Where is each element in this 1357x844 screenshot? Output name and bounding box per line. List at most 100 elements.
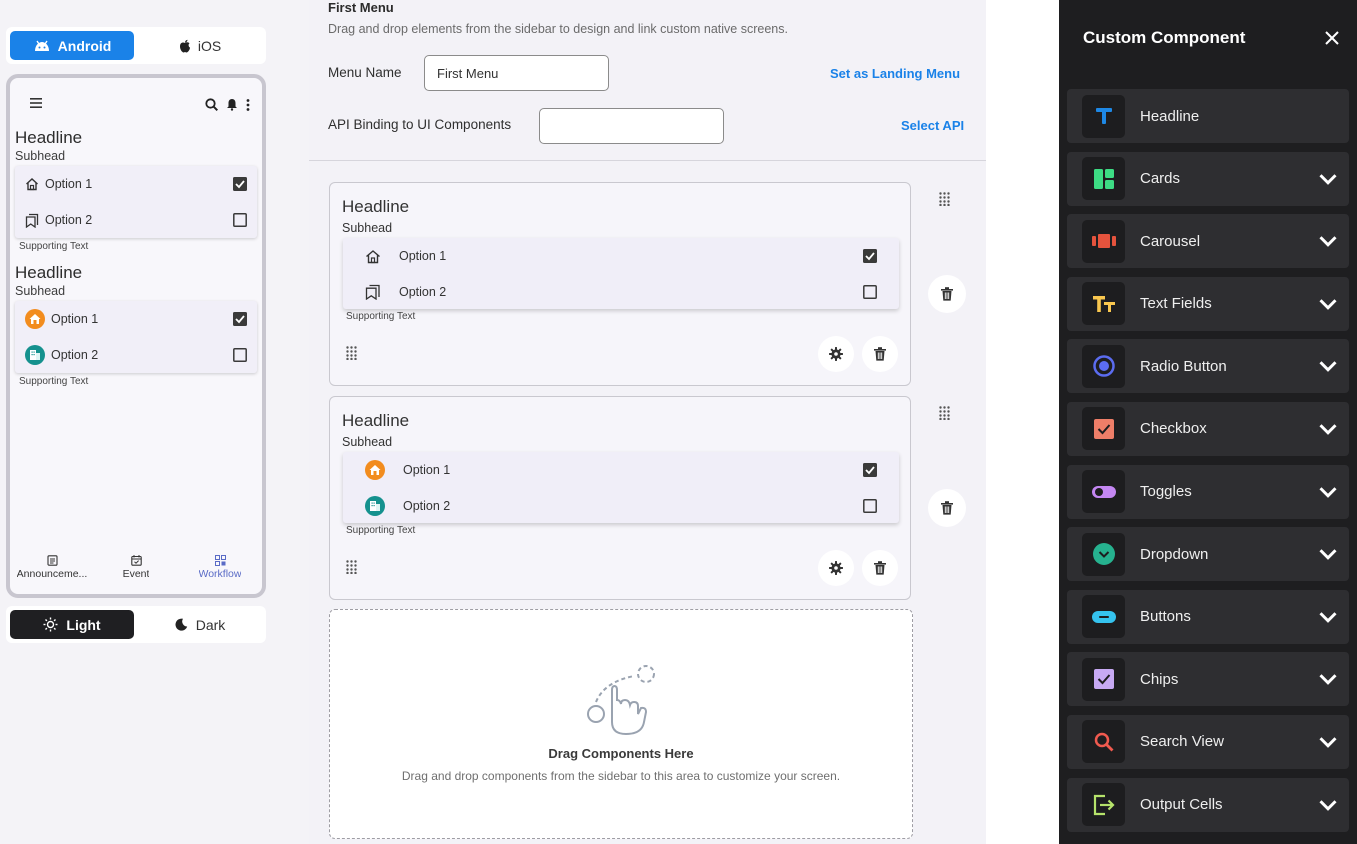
home-color-icon: [365, 460, 385, 480]
menu-name-label: Menu Name: [328, 65, 402, 80]
preview-option-label: Option 1: [51, 312, 99, 326]
component-label: Carousel: [1140, 232, 1201, 250]
toggle-icon: [1091, 485, 1116, 498]
custom-component-sidebar: Custom Component Headline Cards Carousel…: [1059, 0, 1357, 844]
card-subhead: Subhead: [342, 221, 393, 235]
drag-handle-icon[interactable]: [939, 192, 950, 206]
gutter: [986, 0, 1059, 844]
android-tab[interactable]: Android: [10, 31, 134, 60]
component-checkbox[interactable]: Checkbox: [1067, 401, 1349, 456]
card-headline: Headline: [342, 411, 410, 430]
bottom-tab-announcements[interactable]: Announceme...: [12, 555, 92, 580]
text-t-icon: [1095, 108, 1112, 124]
component-headline[interactable]: Headline: [1067, 89, 1349, 143]
component-label: Text Fields: [1140, 295, 1212, 313]
search-icon[interactable]: [205, 98, 218, 111]
component-carousel[interactable]: Carousel: [1067, 214, 1349, 269]
apple-icon: [179, 39, 190, 52]
checkbox-unchecked-icon[interactable]: [233, 348, 247, 362]
card-option-row[interactable]: Option 1: [343, 452, 899, 488]
card-supporting-text: Supporting Text: [346, 311, 416, 322]
component-cards[interactable]: Cards: [1067, 151, 1349, 206]
ios-tab[interactable]: iOS: [138, 31, 262, 60]
preview-card-1[interactable]: Headline Subhead Option 1 Option 2 Suppo…: [10, 128, 262, 261]
chevron-down-icon[interactable]: [1319, 545, 1337, 563]
editor-card-1[interactable]: Headline Subhead Option 1 Option 2 Suppo…: [329, 182, 911, 386]
card-option-row[interactable]: Option 2: [343, 274, 899, 310]
card-settings-button[interactable]: [818, 336, 854, 372]
chevron-down-icon[interactable]: [1319, 357, 1337, 375]
card-settings-button[interactable]: [818, 550, 854, 586]
chevron-down-icon[interactable]: [1319, 420, 1337, 438]
page-description: Drag and drop elements from the sidebar …: [328, 22, 788, 36]
close-icon[interactable]: [1325, 31, 1339, 45]
preview-card-2[interactable]: Headline Subhead Option 1 Option 2 Suppo…: [10, 263, 262, 396]
checkbox-checked-icon[interactable]: [863, 463, 877, 477]
hamburger-menu-icon[interactable]: [30, 98, 42, 108]
checkbox-checked-icon[interactable]: [863, 249, 877, 263]
trash-icon: [874, 347, 886, 361]
component-output-cells[interactable]: Output Cells: [1067, 777, 1349, 832]
light-theme-label: Light: [66, 616, 101, 633]
checkbox-checked-icon[interactable]: [233, 312, 247, 326]
document-icon: [46, 555, 58, 566]
chevron-down-icon[interactable]: [1319, 483, 1337, 501]
card-option-label: Option 1: [399, 249, 447, 263]
dark-theme-tab[interactable]: Dark: [138, 610, 262, 639]
preview-supporting-text: Supporting Text: [19, 376, 89, 387]
drag-handle-icon[interactable]: [346, 346, 357, 360]
component-text-fields[interactable]: Text Fields: [1067, 276, 1349, 331]
checkbox-checked-icon[interactable]: [233, 177, 247, 191]
checkbox-unchecked-icon[interactable]: [233, 213, 247, 227]
bottom-tab-workflow[interactable]: Workflow: [180, 555, 260, 580]
component-chips[interactable]: Chips: [1067, 652, 1349, 707]
bell-icon[interactable]: [226, 98, 238, 111]
trash-icon: [874, 561, 886, 575]
chevron-down-icon[interactable]: [1319, 670, 1337, 688]
component-label: Output Cells: [1140, 796, 1223, 814]
api-binding-input[interactable]: [539, 108, 724, 144]
component-buttons[interactable]: Buttons: [1067, 589, 1349, 644]
chevron-down-icon[interactable]: [1319, 608, 1337, 626]
chevron-down-icon[interactable]: [1319, 733, 1337, 751]
component-search-view[interactable]: Search View: [1067, 714, 1349, 769]
android-icon: [34, 40, 49, 51]
card-delete-button[interactable]: [862, 550, 898, 586]
component-drop-zone[interactable]: Drag Components Here Drag and drop compo…: [329, 609, 913, 839]
card-delete-button[interactable]: [862, 336, 898, 372]
card-option-row[interactable]: Option 2: [343, 488, 899, 524]
ios-tab-label: iOS: [197, 37, 222, 54]
preview-option-row[interactable]: Option 1: [15, 301, 257, 337]
component-toggles[interactable]: Toggles: [1067, 464, 1349, 519]
checkbox-unchecked-icon[interactable]: [863, 285, 877, 299]
preview-option-row[interactable]: Option 1: [15, 166, 257, 202]
card-option-row[interactable]: Option 1: [343, 238, 899, 274]
preview-option-row[interactable]: Option 2: [15, 202, 257, 238]
more-vert-icon[interactable]: [246, 98, 250, 111]
light-theme-tab[interactable]: Light: [10, 610, 134, 639]
chevron-down-icon[interactable]: [1319, 796, 1337, 814]
bookmarks-icon: [25, 213, 39, 228]
bottom-tab-event[interactable]: Event: [96, 555, 176, 580]
drag-handle-icon[interactable]: [346, 560, 357, 574]
component-dropdown[interactable]: Dropdown: [1067, 527, 1349, 582]
drag-handle-icon[interactable]: [939, 406, 950, 420]
set-landing-menu-link[interactable]: Set as Landing Menu: [830, 66, 960, 81]
component-radio-button[interactable]: Radio Button: [1067, 339, 1349, 394]
menu-name-input[interactable]: [424, 55, 609, 91]
trash-icon: [941, 501, 953, 515]
chevron-down-icon[interactable]: [1319, 232, 1337, 250]
preview-option-row[interactable]: Option 2: [15, 337, 257, 373]
block-delete-button[interactable]: [928, 489, 966, 527]
editor-card-2[interactable]: Headline Subhead Option 1 Option 2 Suppo…: [329, 396, 911, 600]
chevron-down-icon[interactable]: [1319, 170, 1337, 188]
chevron-down-icon[interactable]: [1319, 295, 1337, 313]
block-delete-button[interactable]: [928, 275, 966, 313]
checkbox-icon: [1093, 418, 1114, 439]
api-binding-label: API Binding to UI Components: [328, 117, 512, 132]
android-tab-label: Android: [57, 37, 112, 54]
select-api-link[interactable]: Select API: [901, 118, 964, 133]
component-label: Radio Button: [1140, 357, 1227, 375]
checkbox-unchecked-icon[interactable]: [863, 499, 877, 513]
card-option-list: Option 1 Option 2: [343, 452, 899, 523]
